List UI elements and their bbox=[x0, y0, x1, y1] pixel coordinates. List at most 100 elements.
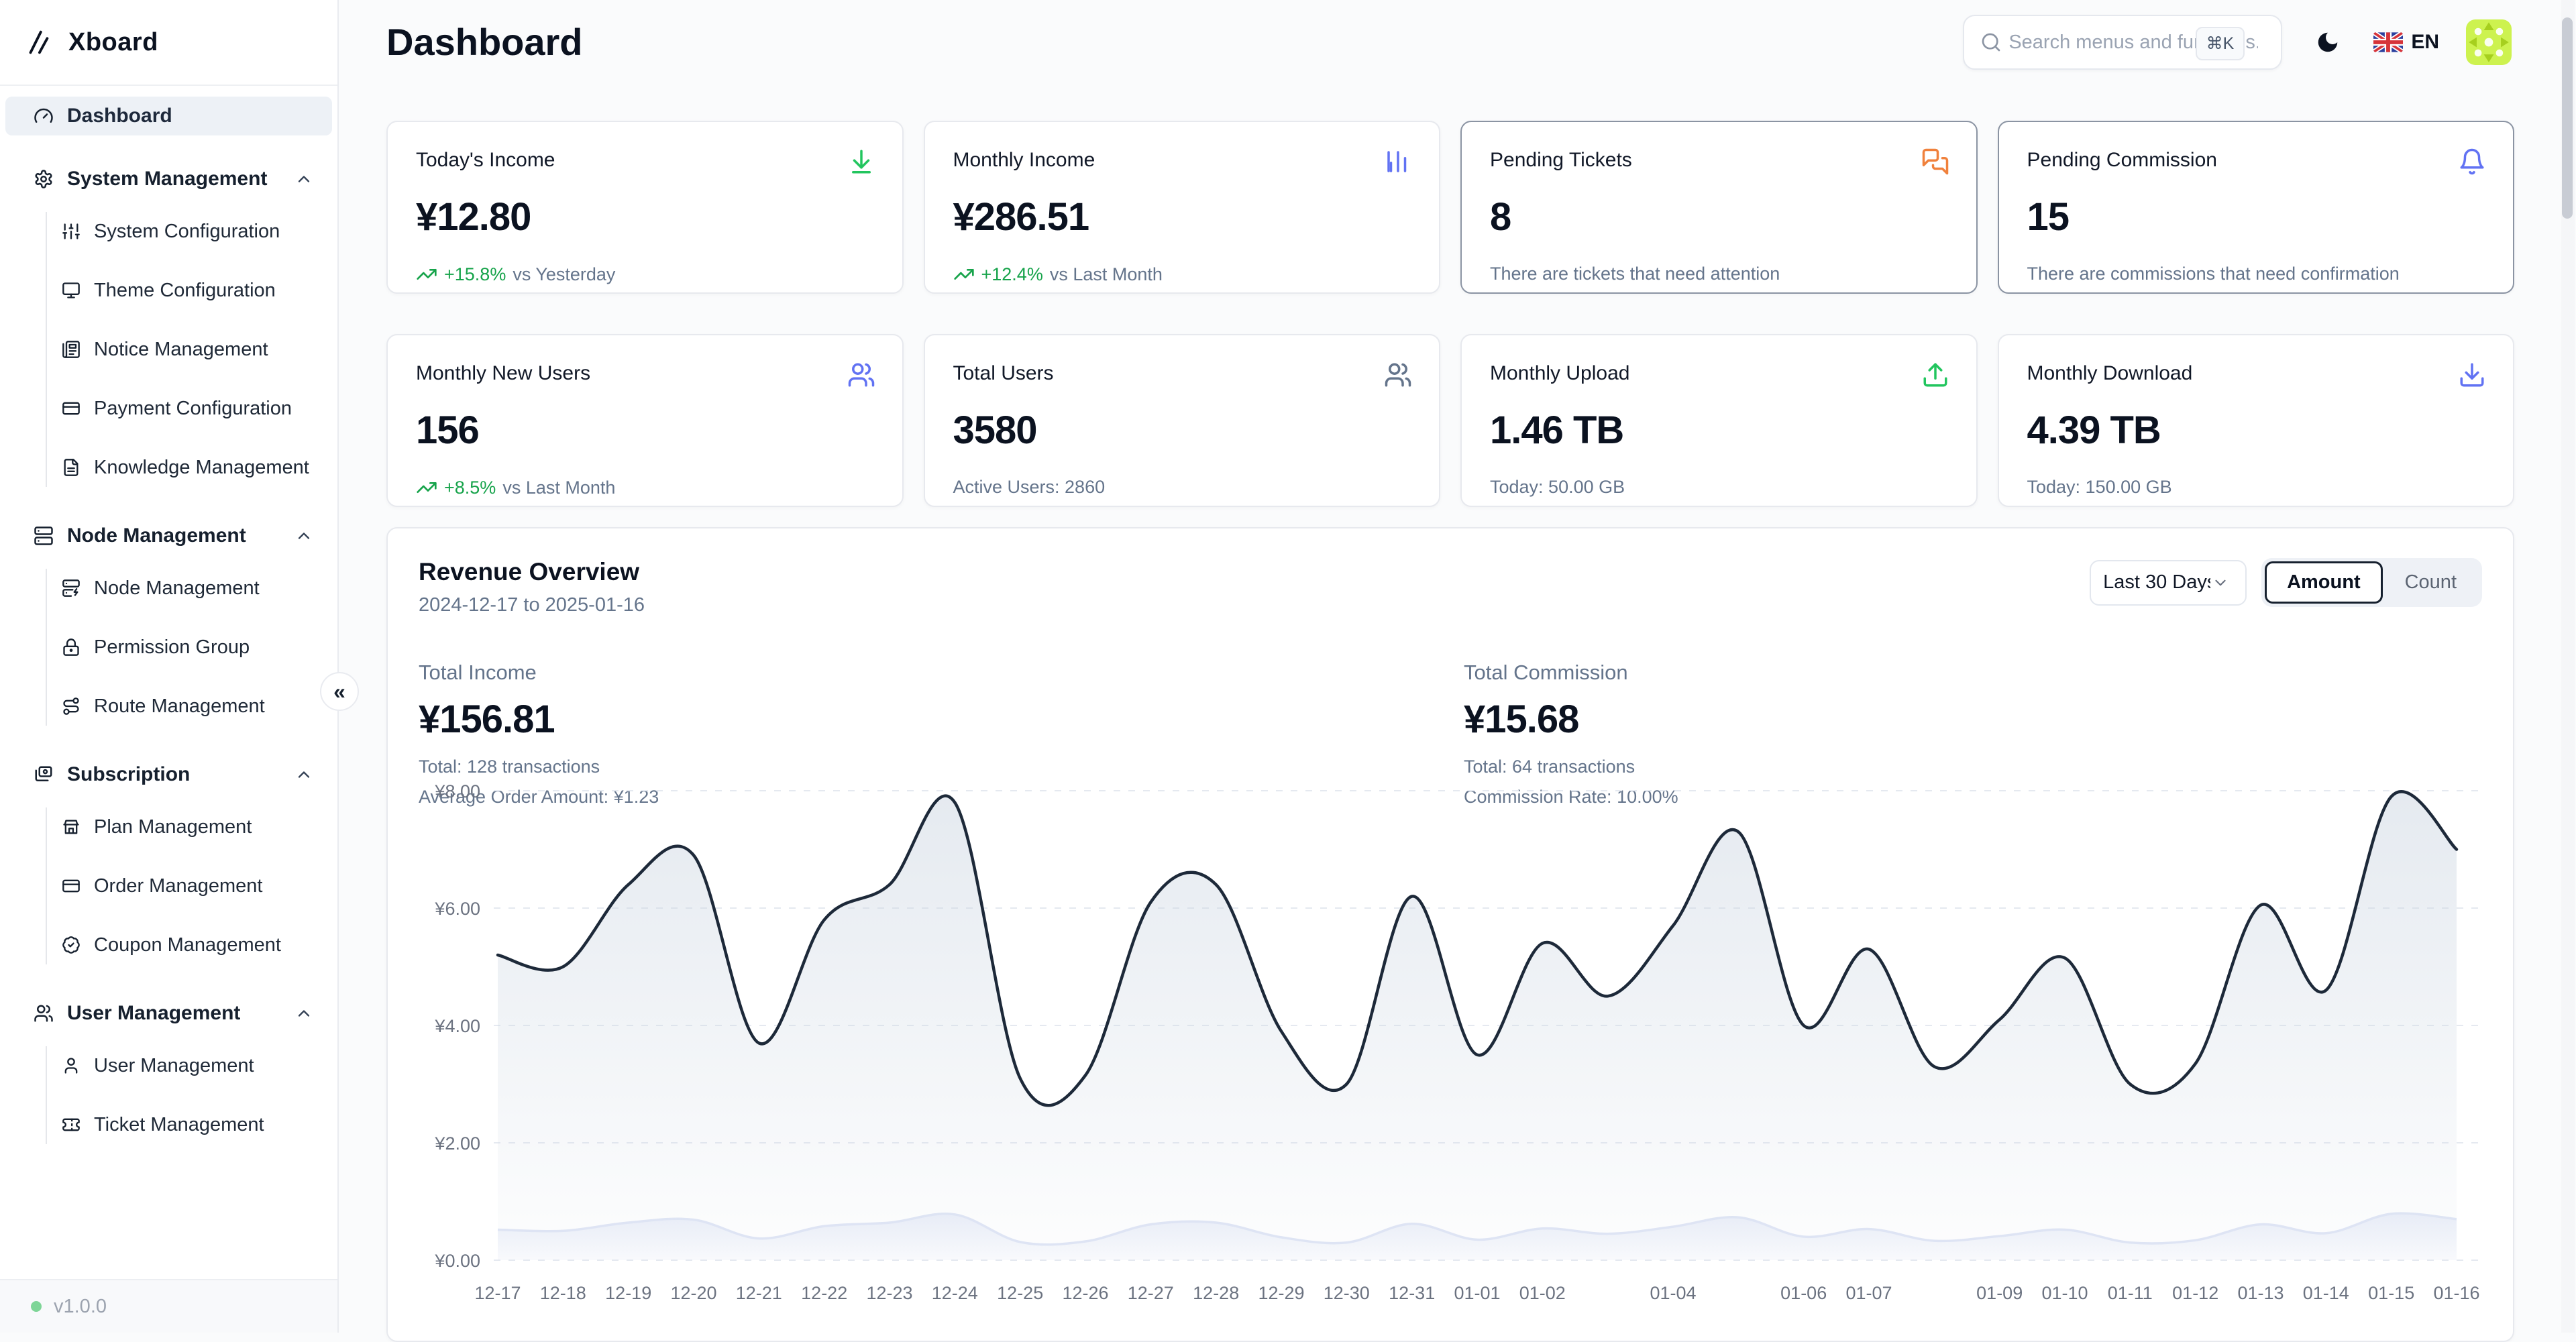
svg-text:01-04: 01-04 bbox=[1650, 1283, 1696, 1303]
avatar[interactable] bbox=[2466, 19, 2512, 65]
svg-text:12-30: 12-30 bbox=[1324, 1283, 1370, 1303]
sidebar: Xboard Dashboard System Management Syste… bbox=[0, 0, 339, 1333]
card-title: Pending Commission bbox=[2027, 149, 2485, 172]
count-toggle-button[interactable]: Count bbox=[2383, 561, 2479, 604]
svg-text:01-15: 01-15 bbox=[2368, 1283, 2414, 1303]
sidebar-item-payment-configuration[interactable]: Payment Configuration bbox=[62, 389, 332, 428]
credit-card-icon bbox=[62, 399, 80, 418]
card-todays-income[interactable]: Today's Income ¥12.80 +15.8% vs Yesterda… bbox=[386, 121, 904, 294]
user-icon bbox=[62, 1056, 80, 1075]
scrollbar-thumb[interactable] bbox=[2562, 17, 2573, 219]
card-total-users[interactable]: Total Users 3580 Active Users: 2860 bbox=[924, 334, 1441, 507]
slashes-logo-icon bbox=[23, 27, 54, 58]
trend-value: +12.4% bbox=[981, 264, 1043, 285]
sidebar-item-user-management[interactable]: User Management bbox=[62, 1046, 332, 1085]
svg-text:01-14: 01-14 bbox=[2303, 1283, 2349, 1303]
download-icon bbox=[2458, 361, 2486, 389]
sidebar-item-plan-management[interactable]: Plan Management bbox=[62, 807, 332, 846]
svg-text:01-01: 01-01 bbox=[1454, 1283, 1500, 1303]
trending-up-icon bbox=[416, 477, 437, 498]
svg-text:¥8.00: ¥8.00 bbox=[434, 781, 480, 801]
sidebar-item-knowledge-management[interactable]: Knowledge Management bbox=[62, 448, 332, 487]
svg-text:01-11: 01-11 bbox=[2108, 1283, 2153, 1303]
revenue-overview-card: Revenue Overview 2024-12-17 to 2025-01-1… bbox=[386, 527, 2514, 1342]
svg-text:12-24: 12-24 bbox=[932, 1283, 978, 1303]
sidebar-item-label: User Management bbox=[94, 1055, 254, 1077]
stat-cards-grid: Today's Income ¥12.80 +15.8% vs Yesterda… bbox=[386, 121, 2514, 527]
card-monthly-download[interactable]: Monthly Download 4.39 TB Today: 150.00 G… bbox=[1998, 334, 2515, 507]
card-title: Monthly New Users bbox=[416, 362, 874, 385]
card-pending-commission[interactable]: Pending Commission 15 There are commissi… bbox=[1998, 121, 2515, 294]
version-label: v1.0.0 bbox=[54, 1296, 107, 1318]
dashboard-content: Today's Income ¥12.80 +15.8% vs Yesterda… bbox=[340, 94, 2576, 1342]
sidebar-section-system-management: System Management System Configuration T… bbox=[5, 160, 332, 487]
card-title: Today's Income bbox=[416, 149, 874, 172]
sidebar-item-label: Permission Group bbox=[94, 636, 250, 659]
section-label: Node Management bbox=[67, 524, 246, 547]
trend-note: vs Last Month bbox=[502, 478, 615, 498]
svg-text:12-20: 12-20 bbox=[670, 1283, 716, 1303]
bar-chart-icon bbox=[1384, 148, 1412, 176]
language-switcher[interactable]: EN bbox=[2373, 31, 2439, 54]
theme-toggle-button[interactable] bbox=[2309, 23, 2347, 61]
svg-text:¥2.00: ¥2.00 bbox=[434, 1133, 480, 1154]
sliders-icon bbox=[62, 222, 80, 241]
sidebar-item-label: Plan Management bbox=[94, 816, 252, 838]
sidebar-collapse-button[interactable]: « bbox=[320, 672, 359, 711]
store-icon bbox=[62, 818, 80, 836]
sidebar-item-node-management[interactable]: Node Management bbox=[62, 569, 332, 608]
sidebar-section-subscription: Subscription Plan Management Order Manag… bbox=[5, 755, 332, 964]
search-icon bbox=[1980, 32, 2002, 53]
svg-text:¥0.00: ¥0.00 bbox=[434, 1251, 480, 1271]
sidebar-item-permission-group[interactable]: Permission Group bbox=[62, 628, 332, 667]
search-box[interactable]: ⌘K bbox=[1963, 15, 2282, 70]
file-text-icon bbox=[62, 458, 80, 477]
sidebar-section-user-management: User Management User Management Ticket M… bbox=[5, 994, 332, 1144]
trend-value: +15.8% bbox=[444, 264, 506, 285]
sidebar-item-ticket-management[interactable]: Ticket Management bbox=[62, 1105, 332, 1144]
sidebar-item-system-configuration[interactable]: System Configuration bbox=[62, 212, 332, 251]
monitor-icon bbox=[62, 281, 80, 300]
uk-flag-icon bbox=[2373, 32, 2403, 52]
svg-text:01-02: 01-02 bbox=[1519, 1283, 1566, 1303]
sidebar-footer: v1.0.0 bbox=[0, 1279, 337, 1333]
sidebar-item-theme-configuration[interactable]: Theme Configuration bbox=[62, 271, 332, 310]
card-monthly-income[interactable]: Monthly Income ¥286.51 +12.4% vs Last Mo… bbox=[924, 121, 1441, 294]
sidebar-item-label: Theme Configuration bbox=[94, 280, 276, 302]
card-monthly-new-users[interactable]: Monthly New Users 156 +8.5% vs Last Mont… bbox=[386, 334, 904, 507]
svg-text:¥6.00: ¥6.00 bbox=[434, 899, 480, 919]
date-range-select[interactable]: Last 30 Days bbox=[2090, 560, 2247, 606]
amount-toggle-button[interactable]: Amount bbox=[2265, 561, 2383, 604]
sidebar-item-coupon-management[interactable]: Coupon Management bbox=[62, 926, 332, 964]
section-header-node-management[interactable]: Node Management bbox=[5, 516, 332, 555]
app-name: Xboard bbox=[68, 28, 158, 57]
sidebar-item-notice-management[interactable]: Notice Management bbox=[62, 330, 332, 369]
sidebar-section-node-management: Node Management Node Management Permissi… bbox=[5, 516, 332, 726]
sidebar-item-label: Node Management bbox=[94, 577, 260, 600]
view-toggle-group: Amount Count bbox=[2261, 558, 2482, 607]
scrollbar[interactable] bbox=[2561, 0, 2575, 1333]
keyboard-shortcut-badge: ⌘K bbox=[2196, 27, 2245, 60]
sidebar-item-dashboard[interactable]: Dashboard bbox=[5, 97, 332, 135]
ticket-icon bbox=[62, 1115, 80, 1134]
svg-text:12-23: 12-23 bbox=[866, 1283, 912, 1303]
card-note: Today: 150.00 GB bbox=[2027, 477, 2172, 498]
sidebar-item-label: Knowledge Management bbox=[94, 457, 309, 479]
card-title: Pending Tickets bbox=[1490, 149, 1948, 172]
trend-value: +8.5% bbox=[444, 478, 496, 498]
section-label: User Management bbox=[67, 1002, 240, 1025]
section-header-subscription[interactable]: Subscription bbox=[5, 755, 332, 794]
sidebar-item-label: Dashboard bbox=[67, 105, 172, 127]
revenue-chart: ¥0.00¥2.00¥4.00¥6.00¥8.0012-1712-1812-19… bbox=[404, 765, 2510, 1310]
card-pending-tickets[interactable]: Pending Tickets 8 There are tickets that… bbox=[1460, 121, 1978, 294]
section-header-system-management[interactable]: System Management bbox=[5, 160, 332, 199]
card-monthly-upload[interactable]: Monthly Upload 1.46 TB Today: 50.00 GB bbox=[1460, 334, 1978, 507]
sidebar-item-order-management[interactable]: Order Management bbox=[62, 866, 332, 905]
credit-card-icon bbox=[62, 877, 80, 895]
svg-text:12-22: 12-22 bbox=[801, 1283, 847, 1303]
section-header-user-management[interactable]: User Management bbox=[5, 994, 332, 1033]
svg-text:12-25: 12-25 bbox=[997, 1283, 1043, 1303]
upload-icon bbox=[1921, 361, 1949, 389]
sidebar-item-route-management[interactable]: Route Management bbox=[62, 687, 332, 726]
svg-text:01-12: 01-12 bbox=[2172, 1283, 2218, 1303]
